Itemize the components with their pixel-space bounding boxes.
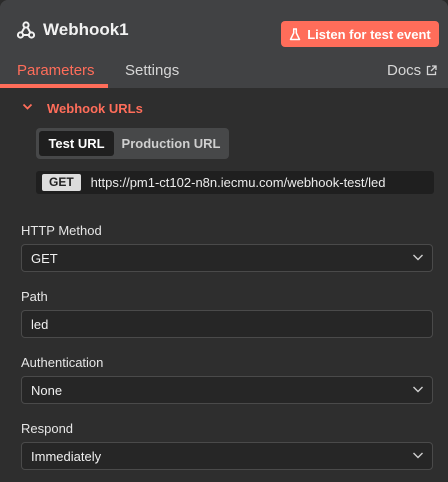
path-value: led xyxy=(31,316,49,332)
listen-button-label: Listen for test event xyxy=(307,26,431,42)
chevron-down-icon xyxy=(412,385,424,394)
node-title[interactable]: Webhook1 xyxy=(43,20,129,40)
parameters-body: Webhook URLs Test URL Production URL GET… xyxy=(0,88,448,482)
tab-settings[interactable]: Settings xyxy=(125,62,179,79)
http-method-value: GET xyxy=(31,250,58,266)
authentication-value: None xyxy=(31,382,63,398)
respond-value: Immediately xyxy=(31,448,102,464)
webhook-url-text: https://pm1-ct102-n8n.iecmu.com/webhook-… xyxy=(90,175,386,190)
production-url-option[interactable]: Production URL xyxy=(116,131,226,156)
listen-for-test-event-button[interactable]: Listen for test event xyxy=(281,21,439,47)
chevron-down-icon xyxy=(412,451,424,460)
node-title-wrap: Webhook1 xyxy=(16,20,129,40)
tab-parameters[interactable]: Parameters xyxy=(17,62,95,79)
docs-label: Docs xyxy=(387,62,422,79)
docs-link[interactable]: Docs xyxy=(387,62,437,79)
external-link-icon xyxy=(426,65,437,76)
respond-select[interactable]: Immediately xyxy=(21,442,433,470)
webhook-icon xyxy=(16,20,36,40)
http-method-select[interactable]: GET xyxy=(21,244,433,272)
webhook-url-display[interactable]: GET https://pm1-ct102-n8n.iecmu.com/webh… xyxy=(36,171,434,194)
path-input[interactable]: led xyxy=(21,310,433,338)
http-method-label: HTTP Method xyxy=(21,223,102,238)
test-url-option[interactable]: Test URL xyxy=(39,131,114,156)
webhook-urls-toggle[interactable]: Webhook URLs xyxy=(22,101,143,116)
url-type-switch: Test URL Production URL xyxy=(36,128,229,159)
webhook-urls-label: Webhook URLs xyxy=(47,101,143,116)
authentication-select[interactable]: None xyxy=(21,376,433,404)
panel-header: Webhook1 Listen for test event Parameter… xyxy=(0,0,448,88)
authentication-label: Authentication xyxy=(21,355,104,370)
respond-label: Respond xyxy=(21,421,74,436)
beaker-icon xyxy=(289,27,301,41)
method-badge: GET xyxy=(42,174,81,191)
node-details-panel: Webhook1 Listen for test event Parameter… xyxy=(0,0,448,482)
path-label: Path xyxy=(21,289,48,304)
chevron-down-icon xyxy=(412,253,424,262)
chevron-down-icon xyxy=(22,103,33,111)
